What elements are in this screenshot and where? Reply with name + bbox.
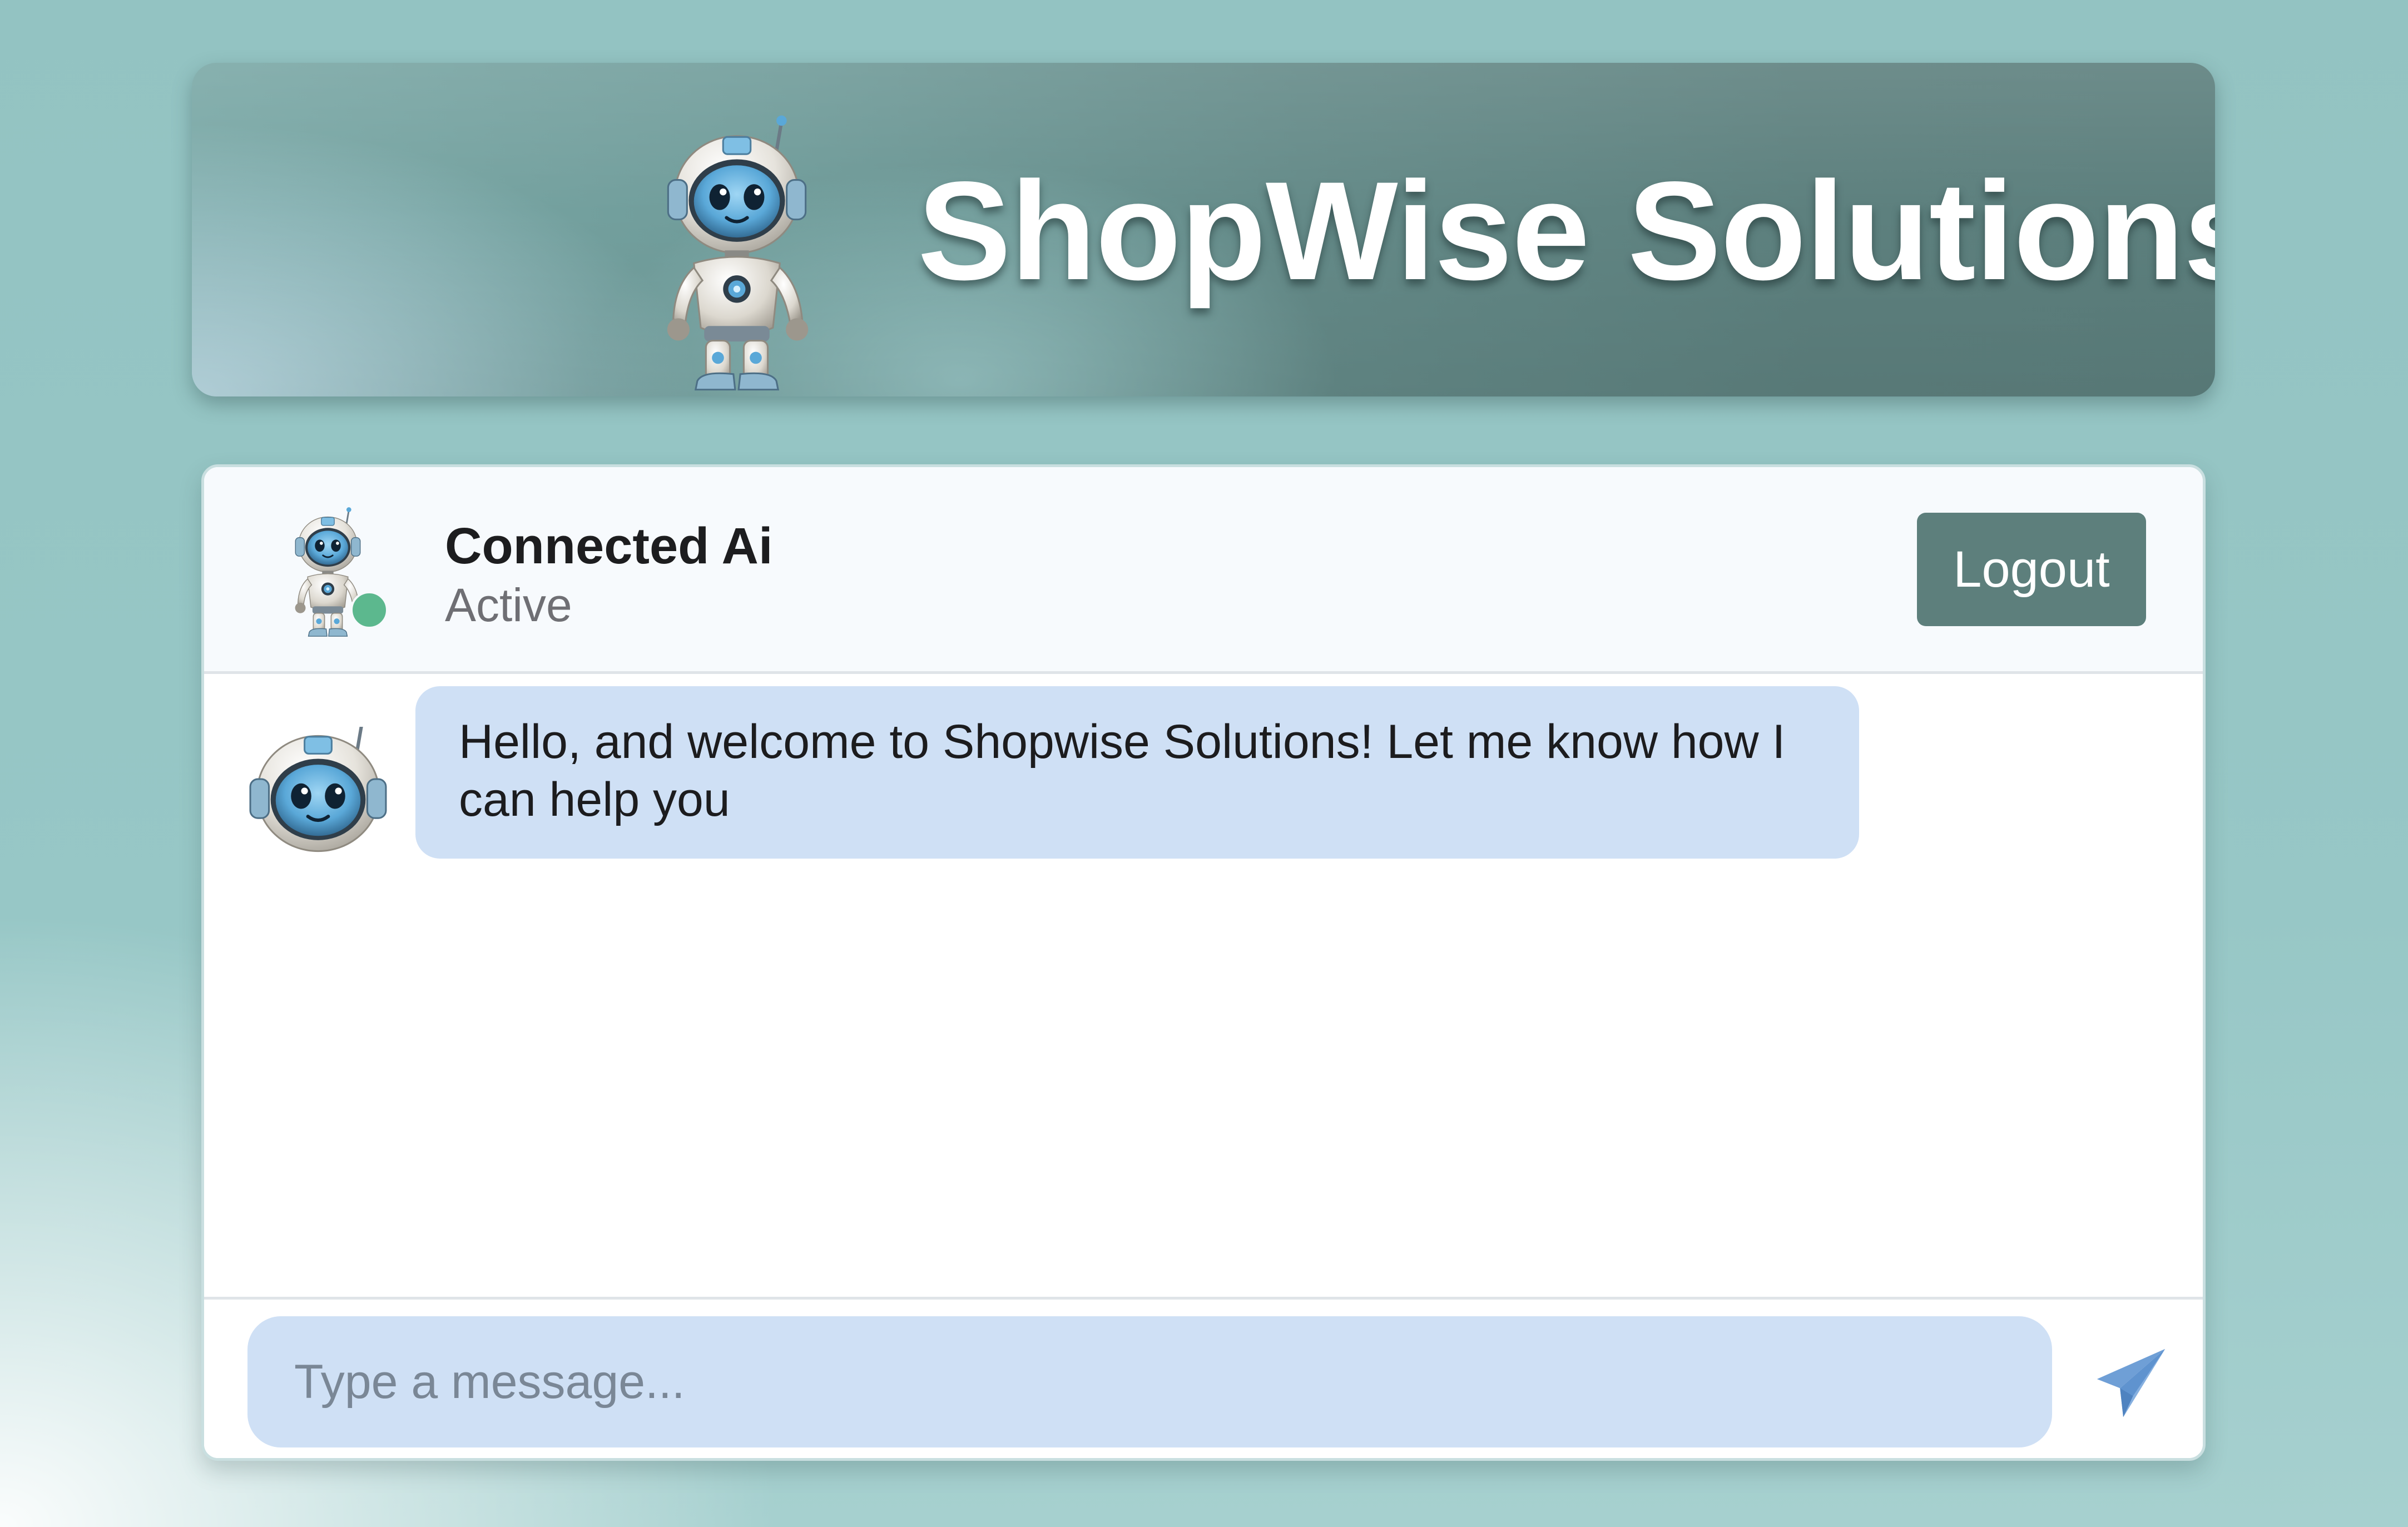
message-composer (204, 1297, 2203, 1458)
agent-status: Active (445, 579, 572, 631)
message-list[interactable]: Hello, and welcome to Shopwise Solutions… (204, 674, 2203, 1297)
message-input[interactable] (247, 1316, 2052, 1447)
robot-mascot-icon (637, 113, 837, 396)
app-title: ShopWise Solutions (918, 153, 2215, 309)
agent-name: Connected Ai (445, 518, 773, 574)
chat-header: Connected Ai Active Logout (204, 467, 2203, 674)
bot-avatar-icon (249, 727, 388, 860)
paper-plane-icon[interactable] (2092, 1344, 2170, 1422)
status-indicator-dot (350, 591, 388, 629)
logout-button[interactable]: Logout (1917, 513, 2146, 626)
app-header: ShopWise Solutions (192, 63, 2215, 396)
bot-message-bubble: Hello, and welcome to Shopwise Solutions… (415, 686, 1859, 859)
chat-window: Connected Ai Active Logout Hello, and we… (201, 464, 2206, 1461)
